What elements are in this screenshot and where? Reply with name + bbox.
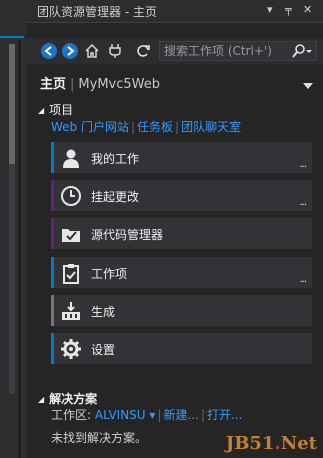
project-name[interactable]: MyMvc5Web <box>78 77 160 92</box>
no-solutions-text: 未找到解决方案。 <box>51 431 148 445</box>
refresh-icon[interactable] <box>135 43 151 59</box>
workspace-row: 工作区: ALVINSU ▾ | 新建... | 打开... <box>51 408 243 422</box>
page-menu-caret-icon[interactable] <box>303 78 313 92</box>
tile-label: 设置 <box>91 343 116 357</box>
tile-accent <box>51 295 54 326</box>
tile-accent <box>51 142 54 173</box>
task-board-link[interactable]: 任务板 <box>137 120 173 134</box>
team-room-link[interactable]: 团队聊天室 <box>181 120 241 134</box>
editor-left-strip <box>0 0 27 458</box>
solutions-section-header[interactable]: ◢ 解决方案 <box>38 390 97 407</box>
forward-icon[interactable] <box>62 43 78 59</box>
tile-my-work[interactable]: 我的工作 ... <box>51 142 312 173</box>
connect-plug-icon[interactable] <box>107 43 123 59</box>
chevron-down-icon: ▾ <box>149 408 156 422</box>
team-explorer-panel: 团队资源管理器 - 主页 ▾ ╤ ✕ 搜索工作项 (Ctrl+') 主页 | MyM… <box>27 0 323 458</box>
tile-accent <box>51 257 54 288</box>
workspace-dropdown[interactable]: ALVINSU ▾ <box>95 408 156 422</box>
new-solution-link[interactable]: 新建... <box>163 408 198 422</box>
folder-check-icon <box>60 223 82 245</box>
project-links: Web 门户网站 | 任务板 | 团队聊天室 <box>51 120 242 134</box>
build-icon <box>60 300 82 322</box>
pin-icon[interactable]: ╤ <box>285 3 292 16</box>
tile-accent <box>51 180 54 211</box>
tile-label: 我的工作 <box>91 152 140 166</box>
tile-label: 挂起更改 <box>91 190 140 204</box>
editor-scrollbar-thumb[interactable] <box>9 44 15 164</box>
panel-title: 团队资源管理器 - 主页 <box>37 5 157 19</box>
clipboard-check-icon <box>60 262 82 284</box>
tile-builds[interactable]: 生成 <box>51 295 312 326</box>
open-solution-link[interactable]: 打开... <box>207 408 242 422</box>
tile-more-icon[interactable]: ... <box>299 274 306 285</box>
collapse-triangle-icon[interactable]: ◢ <box>38 395 44 404</box>
tile-label: 源代码管理器 <box>91 228 164 242</box>
collapse-triangle-icon[interactable]: ◢ <box>38 106 44 115</box>
tile-source-control-explorer[interactable]: 源代码管理器 <box>51 218 312 249</box>
close-icon[interactable]: ✕ <box>303 3 312 16</box>
tile-more-icon[interactable]: ... <box>299 159 306 170</box>
project-section-label: 项目 <box>49 103 74 117</box>
workspace-label: 工作区: <box>51 408 92 422</box>
editor-tab-indicator <box>0 36 24 38</box>
gear-icon <box>60 338 82 360</box>
panel-titlebar: 团队资源管理器 - 主页 ▾ ╤ ✕ <box>27 0 323 23</box>
tile-label: 生成 <box>91 305 116 319</box>
page-title: 主页 <box>40 77 67 92</box>
home-icon[interactable] <box>84 43 100 59</box>
web-portal-link[interactable]: Web 门户网站 <box>51 120 129 134</box>
tile-accent <box>51 333 54 364</box>
tile-pending-changes[interactable]: 挂起更改 ... <box>51 180 312 211</box>
header-separator: | <box>70 77 75 92</box>
solutions-section-label: 解决方案 <box>49 392 98 406</box>
user-icon <box>60 147 82 169</box>
toolbar: 搜索工作项 (Ctrl+') <box>27 38 323 64</box>
watermark-logo: JB51.Net <box>225 433 317 454</box>
tile-accent <box>51 218 54 249</box>
clock-icon <box>60 185 82 207</box>
tile-work-items[interactable]: 工作项 ... <box>51 257 312 288</box>
project-section-header[interactable]: ◢ 项目 <box>38 101 73 118</box>
window-position-dropdown-icon[interactable]: ▾ <box>267 3 273 16</box>
page-header: 主页 | MyMvc5Web <box>40 73 160 92</box>
search-placeholder: 搜索工作项 (Ctrl+') <box>164 44 272 58</box>
back-icon[interactable] <box>41 43 57 59</box>
tile-more-icon[interactable]: ... <box>299 197 306 208</box>
tile-settings[interactable]: 设置 <box>51 333 312 364</box>
tile-label: 工作项 <box>91 267 128 281</box>
search-work-items-input[interactable]: 搜索工作项 (Ctrl+') <box>159 41 317 61</box>
search-icon[interactable] <box>291 43 313 64</box>
splitter[interactable] <box>18 40 21 458</box>
